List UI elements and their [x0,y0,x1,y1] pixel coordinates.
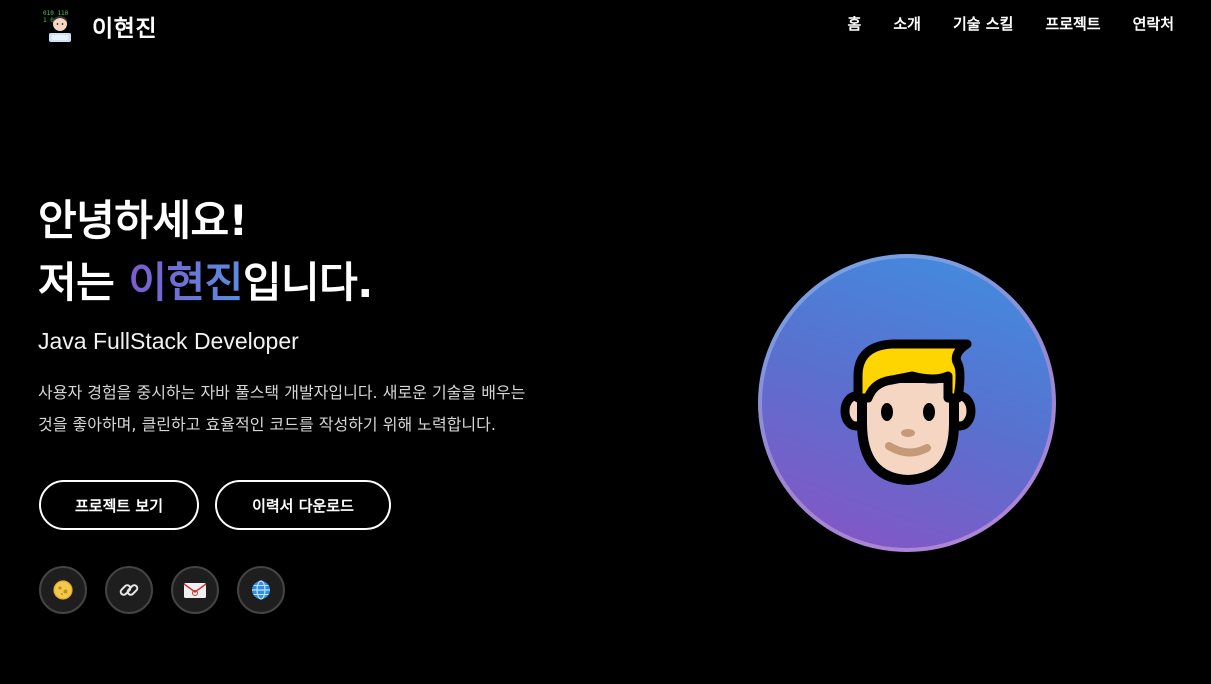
link-button[interactable] [105,566,153,614]
download-resume-button[interactable]: 이력서 다운로드 [215,480,391,530]
github-link[interactable] [39,566,87,614]
developer-avatar-icon: 010 110 1 0 1 [42,8,78,44]
portfolio-page: 010 110 1 0 1 이현진 홈 소개 기술 스킬 프로젝트 연락처 안녕… [0,0,1211,684]
blond-person-emoji-icon [840,339,976,485]
globe-icon [252,580,270,600]
svg-text:010 110: 010 110 [43,10,69,17]
social-links [39,566,303,614]
nav-item-skills[interactable]: 기술 스킬 [953,13,1013,35]
link-icon [119,584,139,596]
hero-section: 안녕하세요! 저는 이현진입니다. Java FullStack Develop… [38,190,638,441]
description-line-1: 사용자 경험을 중시하는 자바 풀스택 개발자입니다. 새로운 기술을 배우는 [38,383,526,402]
avatar-circle [762,258,1052,548]
email-icon [183,583,207,598]
hero-description: 사용자 경험을 중시하는 자바 풀스택 개발자입니다. 새로운 기술을 배우는 … [38,377,583,441]
nav-item-contact[interactable]: 연락처 [1133,13,1174,35]
hero-title: 안녕하세요! 저는 이현진입니다. [38,190,638,314]
intro-suffix: 입니다. [242,258,373,307]
role-title: Java FullStack Developer [38,328,299,354]
github-cat-icon [53,580,73,600]
description-line-2: 것을 좋아하며, 클린하고 효율적인 코드를 작성하기 위해 노력합니다. [38,415,496,434]
brand-logo[interactable]: 010 110 1 0 1 이현진 [42,8,157,44]
view-projects-button[interactable]: 프로젝트 보기 [39,480,199,530]
hero-actions: 프로젝트 보기 이력서 다운로드 [39,480,391,530]
website-link[interactable] [237,566,285,614]
greeting-text: 안녕하세요! [38,196,248,245]
email-link[interactable] [171,566,219,614]
main-nav: 홈 소개 기술 스킬 프로젝트 연락처 [816,13,1174,35]
nav-item-projects[interactable]: 프로젝트 [1045,13,1100,35]
nav-item-about[interactable]: 소개 [893,13,921,35]
nav-item-home[interactable]: 홈 [848,13,862,35]
intro-prefix: 저는 [38,258,129,307]
brand-name: 이현진 [92,16,157,42]
highlighted-name: 이현진 [128,258,243,307]
site-header: 010 110 1 0 1 이현진 홈 소개 기술 스킬 프로젝트 연락처 [0,0,1211,50]
profile-avatar [758,254,1056,552]
